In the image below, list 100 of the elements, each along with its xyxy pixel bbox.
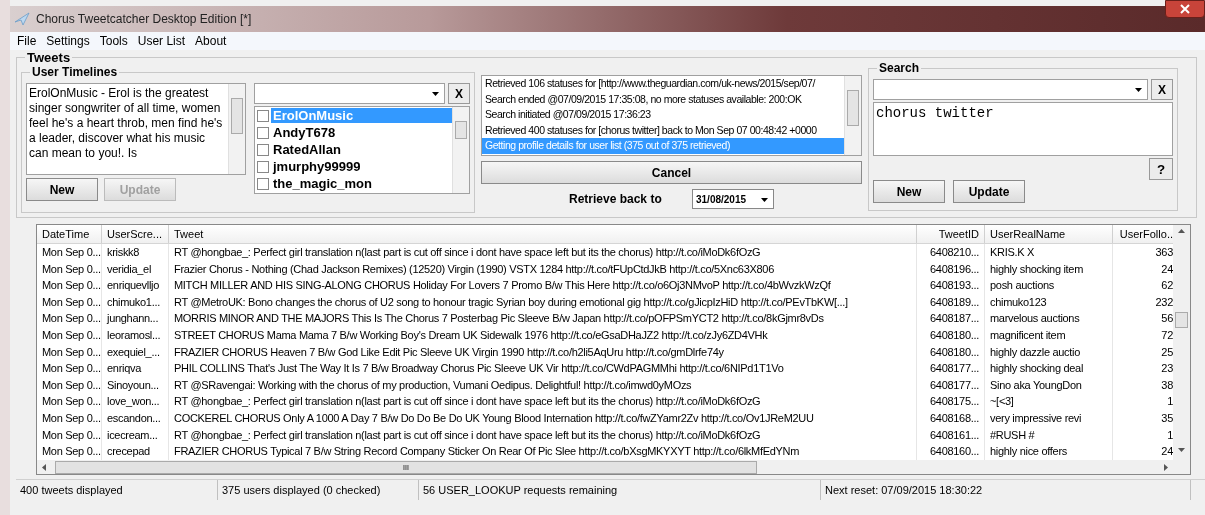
column-header[interactable]: TweetID [917, 225, 985, 243]
clear-button[interactable]: X [1151, 79, 1173, 100]
scroll-down-icon[interactable] [1178, 448, 1185, 452]
table-cell: Sino aka YoungDon [985, 376, 1113, 394]
table-cell: 6408180... [917, 326, 985, 344]
account-name[interactable]: AndyT678 [271, 125, 453, 140]
table-cell: Frazier Chorus - Nothing (Chad Jackson Remixes) (12520) Virgin (1990) VSTX 1284 http://t.co/tFUpCtdJkB http://t.co/5Xnc63X806 [169, 260, 917, 278]
menu-item[interactable]: About [190, 34, 232, 48]
status-text: 56 USER_LOOKUP requests remaining [419, 480, 821, 500]
log-line[interactable]: Retrieved 106 statuses for [http://www.theguardian.com/uk-news/2015/sep/07/ [482, 76, 845, 92]
table-cell: leoramosl... [102, 326, 169, 344]
table-cell: 6408196... [917, 260, 985, 278]
checkbox[interactable] [257, 177, 269, 190]
menu-item[interactable]: Settings [41, 34, 95, 48]
column-header[interactable]: Tweet [169, 225, 917, 243]
account-name[interactable]: jmurphy99999 [271, 159, 453, 174]
table-cell: 6408161... [917, 426, 985, 444]
table-cell: RT @MetroUK: Bono changes the chorus of U2 song to honour tragic Syrian boy during emotional gig http://t.co/gJicpIzHiD http://t.co/PEvTbKW[...] [169, 293, 917, 311]
window-title: Chorus Tweetcatcher Desktop Edition [*] [36, 12, 252, 26]
cancel-button[interactable]: Cancel [481, 161, 862, 184]
menu-item[interactable]: User List [132, 34, 191, 48]
table-cell: Mon Sep 0... [37, 443, 102, 460]
table-cell: MITCH MILLER AND HIS SING-ALONG CHORUS Holiday For Lovers 7 Promo B/w This Here http://t.co/o6Oj3NMvoP http://t.co/4bWvzkWzQf [169, 277, 917, 294]
help-button[interactable]: ? [1149, 158, 1173, 180]
table-cell: ~[<3] [985, 393, 1113, 410]
table-cell: 6408177... [917, 360, 985, 377]
table-cell: Mon Sep 0... [37, 376, 102, 394]
table-cell: FRAZIER CHORUS Typical 7 B/w String Record Company Sticker On Rear Of Pic Slee http://t.co/bXsgMKYXYT http://t.co/6lkMfEdYNm [169, 443, 917, 460]
table-cell: RT @hongbae_: Perfect girl translation n(last part is cut off since i dont have space left but its the chorus) http://t.co/iMoDk6fOzG [169, 393, 917, 410]
dropdown-arrow-icon [432, 92, 439, 96]
account-name[interactable]: the_magic_mon [271, 176, 453, 191]
scroll-thumb[interactable] [231, 98, 243, 134]
search-combo-field[interactable] [873, 79, 1148, 100]
scroll-thumb[interactable] [455, 121, 467, 139]
table-cell: junghann... [102, 310, 169, 327]
table-cell: love_won... [102, 393, 169, 410]
user-combo-field[interactable] [254, 83, 445, 104]
table-cell: 6408160... [917, 443, 985, 460]
table-cell: highly dazzle auctio [985, 343, 1113, 361]
scroll-thumb[interactable] [847, 90, 859, 126]
description-box[interactable]: ErolOnMusic - Erol is the greatest singer songwriter of all time, women feel he's a heart throb, men find he's a leader, discover what his music can mean to you!. Is [26, 83, 246, 175]
table-cell: magnificent item [985, 326, 1113, 344]
scrollbar[interactable] [228, 84, 245, 174]
scroll-left-icon[interactable] [42, 463, 46, 471]
table-cell: highly shocking item [985, 260, 1113, 278]
table-cell: Mon Sep 0... [37, 244, 102, 261]
action-button[interactable]: Update [953, 180, 1025, 203]
date-combo[interactable]: 31/08/2015 [692, 189, 774, 209]
table-cell: 6408177... [917, 376, 985, 394]
table-cell: posh auctions [985, 277, 1113, 294]
checkbox[interactable] [257, 143, 269, 156]
checkbox[interactable] [257, 126, 269, 139]
table-cell: highly shocking deal [985, 360, 1113, 377]
table-cell: Mon Sep 0... [37, 326, 102, 344]
checkbox[interactable] [257, 109, 269, 122]
table-cell: Mon Sep 0... [37, 426, 102, 444]
table-cell: escandon... [102, 409, 169, 427]
table-cell: Mon Sep 0... [37, 393, 102, 410]
table-cell: RT @SRavengai: Working with the chorus of my production, Vumani Oedipus. Delightful! http://t.co/imwd0yMOzs [169, 376, 917, 394]
table-cell: Mon Sep 0... [37, 343, 102, 361]
table-cell: Mon Sep 0... [37, 260, 102, 278]
query-field[interactable]: chorus twitter [873, 102, 1173, 156]
scroll-thumb[interactable] [1175, 312, 1188, 328]
column-header[interactable]: UserScre... [102, 225, 169, 243]
table-cell: Mon Sep 0... [37, 409, 102, 427]
table-cell: FRAZIER CHORUS Heaven 7 B/w God Like Edit Pic Sleeve UK Virgin 1990 http://t.co/h2li5AqUru http://t.co/gmDlrfe74y [169, 343, 917, 361]
table-cell: 6408210... [917, 244, 985, 261]
table-cell: marvelous auctions [985, 310, 1113, 327]
table-cell: highly nice offers [985, 443, 1113, 460]
table-cell: 6408168... [917, 409, 985, 427]
group-title: Search [878, 61, 921, 75]
table-cell: very impressive revi [985, 409, 1113, 427]
scrollbar[interactable] [452, 107, 469, 193]
table-cell: chimuko123 [985, 293, 1113, 311]
table-cell: enriquevlljo [102, 277, 169, 294]
table-cell: COCKEREL CHORUS Only A 1000 A Day 7 B/w Do Do Be Do UK Young Blood Internation http://t.co/fwZYamr2Zv http://t.co/Ov1JReM2UU [169, 409, 917, 427]
table-cell: 6408193... [917, 277, 985, 294]
menu-item[interactable]: File [12, 34, 42, 48]
scroll-right-icon[interactable] [1164, 463, 1168, 471]
table-cell: veridia_el [102, 260, 169, 278]
clear-button[interactable]: X [448, 83, 470, 104]
dropdown-arrow-icon [1135, 88, 1142, 92]
checkbox[interactable] [257, 160, 269, 173]
table-cell: chimuko1... [102, 293, 169, 311]
action-button[interactable]: New [873, 180, 945, 203]
column-header[interactable]: UserRealName [985, 225, 1113, 243]
scrollbar[interactable] [1173, 225, 1190, 474]
scroll-up-icon[interactable] [1178, 229, 1185, 233]
close-button[interactable] [1165, 0, 1205, 18]
table-cell: STREET CHORUS Mama Mama 7 B/w Working Boy's Dream UK Sidewalk 1976 http://t.co/eGsaDHaJZ2 http://t.co/zJy6ZD4VHk [169, 326, 917, 344]
account-name[interactable]: RatedAllan [271, 142, 453, 157]
menu-item[interactable]: Tools [94, 34, 133, 48]
column-header[interactable]: DateTime [37, 225, 102, 243]
log-line[interactable]: Search initiated @07/09/2015 17:36:23 [482, 107, 845, 123]
log-line[interactable]: Retrieved 400 statuses for [chorus twitter] back to Mon Sep 07 00:48:42 +0000 [482, 122, 845, 139]
action-button[interactable]: New [26, 178, 98, 201]
log-line[interactable]: Search ended @07/09/2015 17:35:08, no more statuses available: 200:OK [482, 91, 845, 108]
table-cell: 6408175... [917, 393, 985, 410]
scrollbar[interactable] [844, 76, 861, 155]
table-cell: Sinoyoun... [102, 376, 169, 394]
